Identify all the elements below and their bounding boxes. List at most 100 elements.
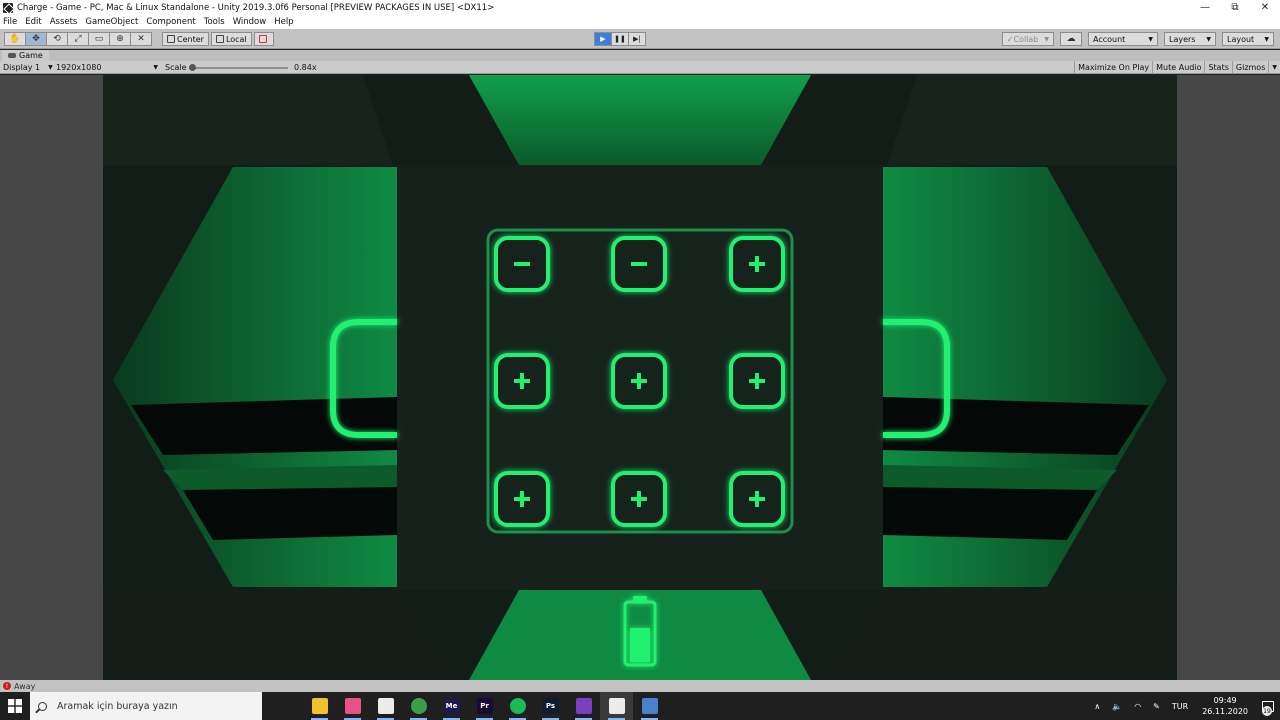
windows-logo-icon xyxy=(8,699,22,713)
chevron-down-icon[interactable]: ▼ xyxy=(1268,61,1280,74)
transform-tool-button[interactable]: ⊕ xyxy=(109,32,131,46)
taskbar-app-unity-hub[interactable] xyxy=(369,692,402,720)
menu-component[interactable]: Component xyxy=(146,17,195,27)
scale-tool-button[interactable]: ⤢ xyxy=(67,32,89,46)
window-controls: — ⧉ ✕ xyxy=(1190,0,1280,15)
corridor-left-stripe xyxy=(183,487,397,540)
taskbar-app-spotify[interactable] xyxy=(501,692,534,720)
status-bar: ! Away xyxy=(0,680,1280,692)
menu-window[interactable]: Window xyxy=(233,17,267,27)
plus-icon-vertical xyxy=(637,373,641,389)
volume-icon[interactable]: 🔈 xyxy=(1112,702,1122,711)
chrome-icon xyxy=(410,698,427,714)
move-tool-button[interactable]: ✥ xyxy=(25,32,47,46)
menu-gameobject[interactable]: GameObject xyxy=(85,17,138,27)
plus-icon-vertical xyxy=(755,373,759,389)
taskbar-app-photoshop[interactable]: Ps xyxy=(534,692,567,720)
task-view-icon xyxy=(278,698,295,714)
close-button[interactable]: ✕ xyxy=(1250,0,1280,15)
show-hidden-icon[interactable]: ∧ xyxy=(1094,702,1100,711)
scale-slider-handle[interactable] xyxy=(189,64,196,71)
game-scene xyxy=(103,75,1177,680)
step-icon: ▶| xyxy=(633,35,641,43)
notification-center-button[interactable]: 19 xyxy=(1256,692,1280,720)
chevron-down-icon: ▼ xyxy=(1044,35,1049,43)
puzzle-grid xyxy=(494,236,785,527)
snap-icon xyxy=(258,35,267,43)
grid-button-plus[interactable] xyxy=(611,471,667,527)
menu-tools[interactable]: Tools xyxy=(204,17,225,27)
clock[interactable]: 09:49 26.11.2020 xyxy=(1202,695,1248,717)
play-button[interactable]: ▶ xyxy=(594,32,612,46)
step-button[interactable]: ▶| xyxy=(628,32,646,46)
grid-button-plus[interactable] xyxy=(729,471,785,527)
menu-edit[interactable]: Edit xyxy=(25,17,41,27)
layers-dropdown[interactable]: Layers ▼ xyxy=(1164,32,1216,46)
rect-tool-button[interactable]: ▭ xyxy=(88,32,110,46)
minimize-button[interactable]: — xyxy=(1190,0,1220,15)
layout-dropdown[interactable]: Layout ▼ xyxy=(1222,32,1274,46)
menu-bar: File Edit Assets GameObject Component To… xyxy=(0,15,1280,29)
pause-button[interactable]: ❚❚ xyxy=(611,32,629,46)
taskbar-app-photos[interactable] xyxy=(336,692,369,720)
pivot-local-button[interactable]: Local xyxy=(210,32,252,46)
error-icon: ! xyxy=(3,682,11,690)
maximize-button[interactable]: ⧉ xyxy=(1220,0,1250,15)
stats-toggle[interactable]: Stats xyxy=(1204,61,1231,74)
pen-icon[interactable]: ✎ xyxy=(1153,702,1160,711)
display-dropdown[interactable]: Display 1 ▼ xyxy=(3,61,53,74)
account-dropdown[interactable]: Account ▼ xyxy=(1088,32,1158,46)
corridor-right-stripe xyxy=(883,397,1149,455)
status-message: Away xyxy=(14,681,36,691)
grid-button-plus[interactable] xyxy=(494,471,550,527)
taskbar-app-media-encoder[interactable]: Me xyxy=(435,692,468,720)
taskbar-search[interactable]: Aramak için buraya yazın xyxy=(30,692,262,720)
play-controls: ▶ ❚❚ ▶| xyxy=(594,32,646,46)
grid-button-minus[interactable] xyxy=(494,236,550,292)
menu-file[interactable]: File xyxy=(3,17,17,27)
game-view-options: Maximize On Play Mute Audio Stats Gizmos… xyxy=(1074,61,1280,74)
tab-game[interactable]: Game xyxy=(2,50,49,61)
chevron-down-icon: ▼ xyxy=(1206,35,1211,43)
plus-icon-vertical xyxy=(520,373,524,389)
taskbar-app-chrome[interactable] xyxy=(402,692,435,720)
scale-slider-track[interactable] xyxy=(192,67,288,69)
taskbar-app-task-view[interactable] xyxy=(270,692,303,720)
plus-icon-vertical xyxy=(637,491,641,507)
grid-button-plus[interactable] xyxy=(494,353,550,409)
custom-tool-button[interactable]: ✕ xyxy=(130,32,152,46)
mute-audio-toggle[interactable]: Mute Audio xyxy=(1152,61,1204,74)
menu-assets[interactable]: Assets xyxy=(50,17,78,27)
photoshop-icon: Ps xyxy=(542,698,559,714)
language-indicator[interactable]: TUR xyxy=(1172,702,1188,711)
scale-icon: ⤢ xyxy=(74,34,82,44)
window-title: Charge - Game - PC, Mac & Linux Standalo… xyxy=(17,2,495,13)
grid-button-plus[interactable] xyxy=(611,353,667,409)
taskbar-app-paint[interactable] xyxy=(633,692,666,720)
custom-tool-icon: ✕ xyxy=(137,34,145,44)
start-button[interactable] xyxy=(0,692,30,720)
gizmos-dropdown[interactable]: Gizmos xyxy=(1231,61,1268,74)
network-icon[interactable]: ◠ xyxy=(1134,702,1141,711)
taskbar-app-visual-studio[interactable] xyxy=(567,692,600,720)
maximize-on-play-toggle[interactable]: Maximize On Play xyxy=(1074,61,1152,74)
taskbar-app-file-explorer[interactable] xyxy=(303,692,336,720)
resolution-dropdown[interactable]: 1920x1080 ▼ xyxy=(56,61,158,74)
game-canvas[interactable] xyxy=(103,75,1177,680)
grid-button-plus[interactable] xyxy=(729,353,785,409)
collab-dropdown[interactable]: ✓ Collab ▼ xyxy=(1001,32,1054,46)
pivot-center-button[interactable]: Center xyxy=(162,32,209,46)
taskbar-app-premiere[interactable]: Pr xyxy=(468,692,501,720)
snap-button[interactable] xyxy=(253,32,274,46)
hand-tool-button[interactable]: ✋ xyxy=(4,32,26,46)
taskbar-app-unity[interactable] xyxy=(600,692,633,720)
grid-button-minus[interactable] xyxy=(611,236,667,292)
cloud-button[interactable]: ☁ xyxy=(1060,32,1082,46)
media-encoder-icon: Me xyxy=(443,698,460,714)
menu-help[interactable]: Help xyxy=(274,17,293,27)
pivot-tools: Center Local xyxy=(162,32,276,46)
grid-button-plus[interactable] xyxy=(729,236,785,292)
rotate-tool-button[interactable]: ⟲ xyxy=(46,32,68,46)
notification-count: 19 xyxy=(1262,706,1272,716)
vent-top xyxy=(469,75,811,165)
